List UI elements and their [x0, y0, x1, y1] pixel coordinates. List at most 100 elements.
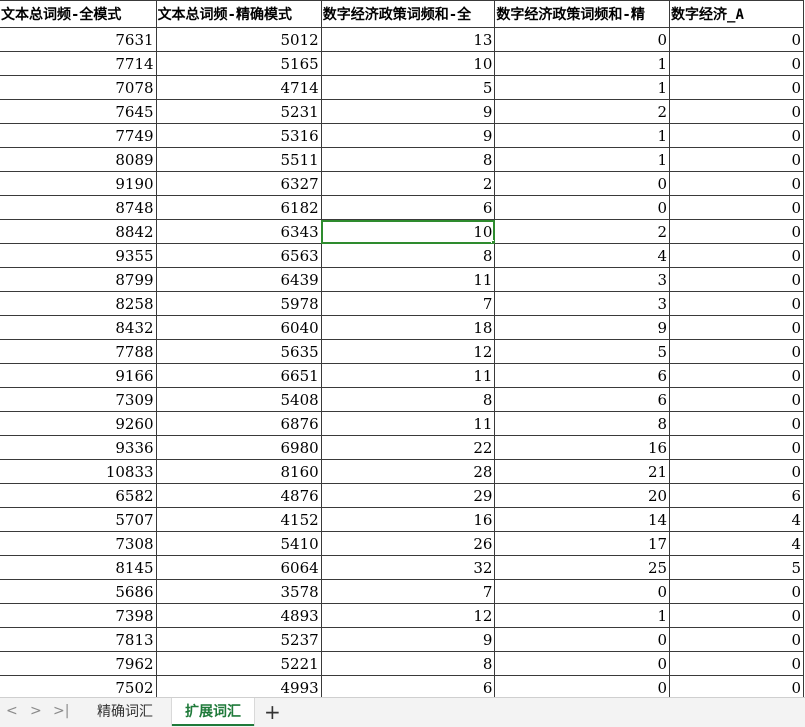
- table-cell[interactable]: 9336: [0, 435, 157, 460]
- table-cell[interactable]: 6: [320, 195, 496, 220]
- column-header[interactable]: 数字经济政策词频和-全: [320, 0, 496, 28]
- table-cell[interactable]: 0: [669, 123, 804, 148]
- table-cell[interactable]: 13: [320, 27, 496, 52]
- table-cell[interactable]: 4152: [155, 507, 322, 532]
- column-header[interactable]: 数字经济_A: [669, 0, 804, 28]
- table-cell[interactable]: 32: [320, 555, 496, 580]
- table-cell[interactable]: 0: [494, 651, 671, 676]
- table-cell[interactable]: 4: [669, 507, 804, 532]
- table-cell[interactable]: 5165: [155, 51, 322, 76]
- table-cell[interactable]: 2: [494, 219, 671, 244]
- table-cell[interactable]: 5707: [0, 507, 157, 532]
- table-cell[interactable]: 8842: [0, 219, 157, 244]
- table-cell[interactable]: 0: [669, 315, 804, 340]
- table-cell[interactable]: 0: [494, 195, 671, 220]
- table-cell[interactable]: 18: [320, 315, 496, 340]
- table-cell[interactable]: 6182: [155, 195, 322, 220]
- column-header[interactable]: 数字经济政策词频和-精: [494, 0, 671, 28]
- table-cell[interactable]: 5511: [155, 147, 322, 172]
- table-cell[interactable]: 7502: [0, 675, 157, 697]
- table-cell[interactable]: 7: [320, 579, 496, 604]
- table-cell[interactable]: 6064: [155, 555, 322, 580]
- table-cell[interactable]: 3: [494, 267, 671, 292]
- table-cell[interactable]: 8089: [0, 147, 157, 172]
- table-cell[interactable]: 6040: [155, 315, 322, 340]
- table-cell[interactable]: 6343: [155, 219, 322, 244]
- table-cell[interactable]: 7714: [0, 51, 157, 76]
- table-cell[interactable]: 9260: [0, 411, 157, 436]
- table-cell[interactable]: 8258: [0, 291, 157, 316]
- table-cell[interactable]: 7813: [0, 627, 157, 652]
- table-cell[interactable]: 8748: [0, 195, 157, 220]
- table-cell[interactable]: 5316: [155, 123, 322, 148]
- table-cell[interactable]: 5012: [155, 27, 322, 52]
- table-cell[interactable]: 16: [494, 435, 671, 460]
- table-cell[interactable]: 21: [494, 459, 671, 484]
- table-cell[interactable]: 5978: [155, 291, 322, 316]
- table-cell[interactable]: 10833: [0, 459, 157, 484]
- table-cell[interactable]: 8: [320, 147, 496, 172]
- table-cell[interactable]: 1: [494, 51, 671, 76]
- table-cell[interactable]: 9355: [0, 243, 157, 268]
- table-cell[interactable]: 0: [669, 387, 804, 412]
- table-cell[interactable]: 2: [320, 171, 496, 196]
- table-cell[interactable]: 0: [669, 579, 804, 604]
- table-cell[interactable]: 5686: [0, 579, 157, 604]
- table-cell[interactable]: 0: [494, 627, 671, 652]
- table-cell[interactable]: 9: [320, 627, 496, 652]
- table-cell[interactable]: 6582: [0, 483, 157, 508]
- column-header[interactable]: 文本总词频-精确模式: [155, 0, 322, 28]
- add-sheet-icon[interactable]: +: [264, 700, 281, 724]
- table-cell[interactable]: 11: [320, 411, 496, 436]
- table-cell[interactable]: 7309: [0, 387, 157, 412]
- table-cell[interactable]: 0: [669, 411, 804, 436]
- table-cell[interactable]: 10: [320, 51, 496, 76]
- table-cell[interactable]: 7398: [0, 603, 157, 628]
- table-cell[interactable]: 4876: [155, 483, 322, 508]
- table-cell[interactable]: 5237: [155, 627, 322, 652]
- table-cell[interactable]: 0: [669, 291, 804, 316]
- table-cell[interactable]: 16: [320, 507, 496, 532]
- table-cell[interactable]: 4993: [155, 675, 322, 697]
- table-cell[interactable]: 0: [669, 27, 804, 52]
- table-cell[interactable]: 0: [494, 579, 671, 604]
- table-cell[interactable]: 8: [320, 243, 496, 268]
- table-cell[interactable]: 7962: [0, 651, 157, 676]
- table-cell[interactable]: 7: [320, 291, 496, 316]
- table-cell[interactable]: 4714: [155, 75, 322, 100]
- table-cell[interactable]: 6: [669, 483, 804, 508]
- table-cell[interactable]: 0: [669, 171, 804, 196]
- sheet-tab-kuozhan[interactable]: 扩展词汇: [171, 698, 255, 726]
- table-cell[interactable]: 0: [669, 627, 804, 652]
- table-cell[interactable]: 11: [320, 267, 496, 292]
- table-cell[interactable]: 14: [494, 507, 671, 532]
- table-cell[interactable]: 5: [494, 339, 671, 364]
- table-cell[interactable]: 12: [320, 603, 496, 628]
- table-cell[interactable]: 9166: [0, 363, 157, 388]
- table-cell[interactable]: 0: [669, 51, 804, 76]
- table-cell[interactable]: 0: [669, 435, 804, 460]
- table-cell[interactable]: 28: [320, 459, 496, 484]
- table-cell[interactable]: 3578: [155, 579, 322, 604]
- table-cell[interactable]: 6: [494, 387, 671, 412]
- table-cell[interactable]: 0: [669, 603, 804, 628]
- table-cell[interactable]: 7749: [0, 123, 157, 148]
- table-cell[interactable]: 0: [494, 171, 671, 196]
- table-cell[interactable]: 0: [669, 195, 804, 220]
- table-cell[interactable]: 4: [669, 531, 804, 556]
- spreadsheet-grid[interactable]: 文本总词频-全模式 文本总词频-精确模式 数字经济政策词频和-全 数字经济政策词…: [0, 0, 805, 697]
- table-cell[interactable]: 0: [669, 651, 804, 676]
- table-cell[interactable]: 7788: [0, 339, 157, 364]
- table-cell[interactable]: 6: [320, 675, 496, 697]
- table-cell[interactable]: 5408: [155, 387, 322, 412]
- prev-sheet-icon[interactable]: <: [6, 703, 18, 719]
- table-cell[interactable]: 1: [494, 123, 671, 148]
- table-cell[interactable]: 0: [669, 267, 804, 292]
- table-cell[interactable]: 0: [669, 675, 804, 697]
- table-cell[interactable]: 5410: [155, 531, 322, 556]
- table-cell[interactable]: 9: [320, 99, 496, 124]
- table-cell[interactable]: 6: [494, 363, 671, 388]
- table-cell[interactable]: 6876: [155, 411, 322, 436]
- table-cell[interactable]: 20: [494, 483, 671, 508]
- table-cell[interactable]: 1: [494, 603, 671, 628]
